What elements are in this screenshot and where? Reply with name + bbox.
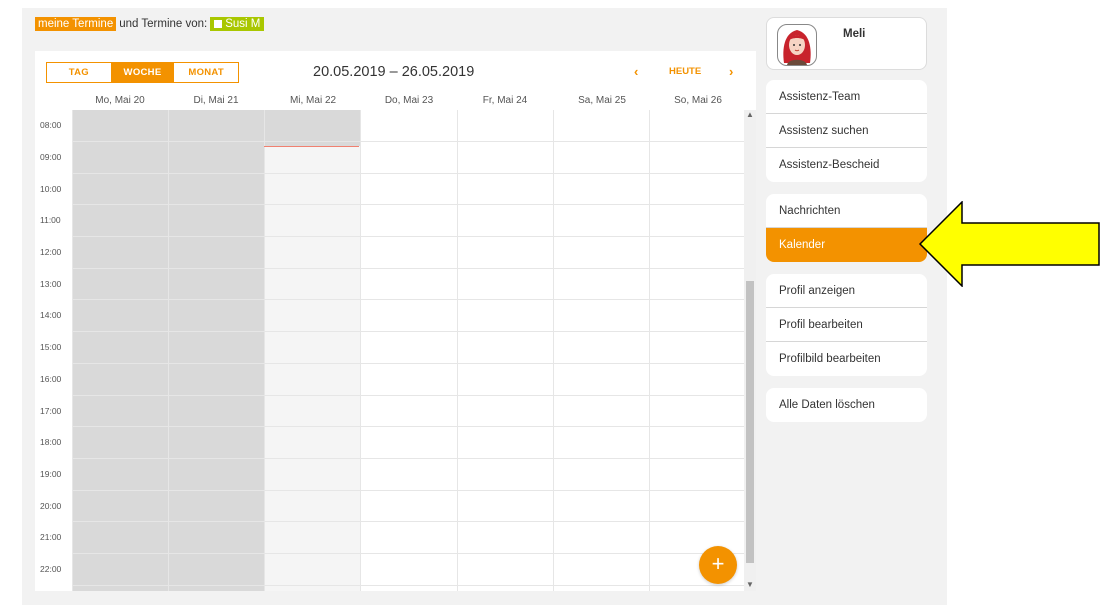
time-label: 21:00 [40, 532, 62, 542]
avatar [777, 24, 817, 66]
hour-line [72, 521, 744, 522]
time-label: 14:00 [40, 310, 62, 320]
profile-card[interactable]: Meli [766, 17, 927, 70]
hour-line [72, 395, 744, 396]
hour-line [72, 490, 744, 491]
time-label: 22:00 [40, 564, 62, 574]
previous-week-button[interactable]: ‹ [634, 64, 638, 79]
day-column-past[interactable] [168, 110, 264, 591]
time-label: 19:00 [40, 469, 62, 479]
hour-line [72, 236, 744, 237]
menu-item-profil-anzeigen[interactable]: Profil anzeigen [766, 274, 927, 308]
time-label: 13:00 [40, 279, 62, 289]
day-column[interactable] [649, 110, 744, 591]
time-label: 18:00 [40, 437, 62, 447]
day-column[interactable] [360, 110, 457, 591]
profile-name: Meli [843, 28, 866, 40]
day-column[interactable] [457, 110, 553, 591]
today-button[interactable]: HEUTE [669, 66, 701, 77]
time-label: 11:00 [40, 215, 61, 225]
menu-item-nachrichten[interactable]: Nachrichten [766, 194, 927, 228]
hour-line [72, 268, 744, 269]
hour-line [72, 299, 744, 300]
day-header: Mo, Mai 20 [95, 95, 145, 106]
menu-group-communication: Nachrichten Kalender [766, 194, 927, 262]
week-grid[interactable]: 08:00 09:00 10:00 11:00 12:00 13:00 14:0… [35, 110, 744, 591]
day-header: So, Mai 26 [674, 95, 722, 106]
menu-item-alle-daten-loeschen[interactable]: Alle Daten löschen [766, 388, 927, 422]
time-label: 09:00 [40, 152, 62, 162]
view-month-button[interactable]: MONAT [174, 63, 238, 82]
menu-item-kalender[interactable]: Kalender [766, 228, 927, 262]
view-week-button[interactable]: WOCHE [110, 63, 175, 82]
checkbox-icon[interactable] [214, 20, 223, 28]
menu-item-profil-bearbeiten[interactable]: Profil bearbeiten [766, 308, 927, 342]
hour-line [72, 363, 744, 364]
my-appointments-tag[interactable]: meine Termine [35, 17, 117, 31]
menu-group-data: Alle Daten löschen [766, 388, 927, 422]
hour-line [72, 204, 744, 205]
person-filter-label: Susi M [225, 18, 261, 30]
time-label: 17:00 [40, 406, 62, 416]
scroll-up-icon[interactable]: ▲ [744, 110, 756, 119]
menu-group-assistance: Assistenz-Team Assistenz suchen Assisten… [766, 80, 927, 182]
current-time-indicator [264, 146, 359, 147]
time-label: 20:00 [40, 501, 62, 511]
day-header: Fr, Mai 24 [482, 95, 528, 106]
hour-line [72, 173, 744, 174]
menu-item-profilbild-bearbeiten[interactable]: Profilbild bearbeiten [766, 342, 927, 376]
day-header: Sa, Mai 25 [578, 95, 626, 106]
time-label: 08:00 [40, 120, 62, 130]
time-label: 15:00 [40, 342, 62, 352]
menu-item-assistenz-bescheid[interactable]: Assistenz-Bescheid [766, 148, 927, 182]
day-column-today[interactable] [264, 110, 360, 591]
appointment-filter: meine Termine und Termine von: Susi M [35, 16, 265, 32]
day-header: Mi, Mai 22 [289, 95, 337, 106]
menu-item-assistenz-team[interactable]: Assistenz-Team [766, 80, 927, 114]
day-column-past[interactable] [72, 110, 168, 591]
hour-line [72, 426, 744, 427]
add-appointment-button[interactable]: + [699, 546, 737, 584]
calendar-card: TAG WOCHE MONAT 20.05.2019 – 26.05.2019 … [35, 51, 756, 591]
view-day-button[interactable]: TAG [47, 63, 111, 82]
person-filter-toggle[interactable]: Susi M [210, 17, 265, 31]
menu-group-profile: Profil anzeigen Profil bearbeiten Profil… [766, 274, 927, 376]
hour-line [72, 141, 744, 142]
appointments-from-label: und Termine von: [119, 18, 208, 30]
hour-line [72, 458, 744, 459]
day-header: Do, Mai 23 [384, 95, 434, 106]
calendar-scrollbar[interactable]: ▲ ▼ [744, 110, 756, 591]
day-header: Di, Mai 21 [193, 95, 239, 106]
next-week-button[interactable]: › [729, 64, 733, 79]
menu-item-assistenz-suchen[interactable]: Assistenz suchen [766, 114, 927, 148]
time-label: 10:00 [40, 184, 62, 194]
date-range-title: 20.05.2019 – 26.05.2019 [313, 64, 475, 80]
time-label: 12:00 [40, 247, 62, 257]
time-label: 16:00 [40, 374, 62, 384]
scroll-thumb[interactable] [746, 281, 754, 563]
hour-line [72, 331, 744, 332]
highlight-arrow-icon [918, 201, 1100, 287]
scroll-down-icon[interactable]: ▼ [744, 580, 756, 589]
hour-line [72, 553, 744, 554]
view-switcher: TAG WOCHE MONAT [46, 62, 239, 83]
day-headers: Mo, Mai 20 Di, Mai 21 Mi, Mai 22 Do, Mai… [72, 95, 747, 109]
hour-line [72, 585, 744, 586]
day-column[interactable] [553, 110, 649, 591]
